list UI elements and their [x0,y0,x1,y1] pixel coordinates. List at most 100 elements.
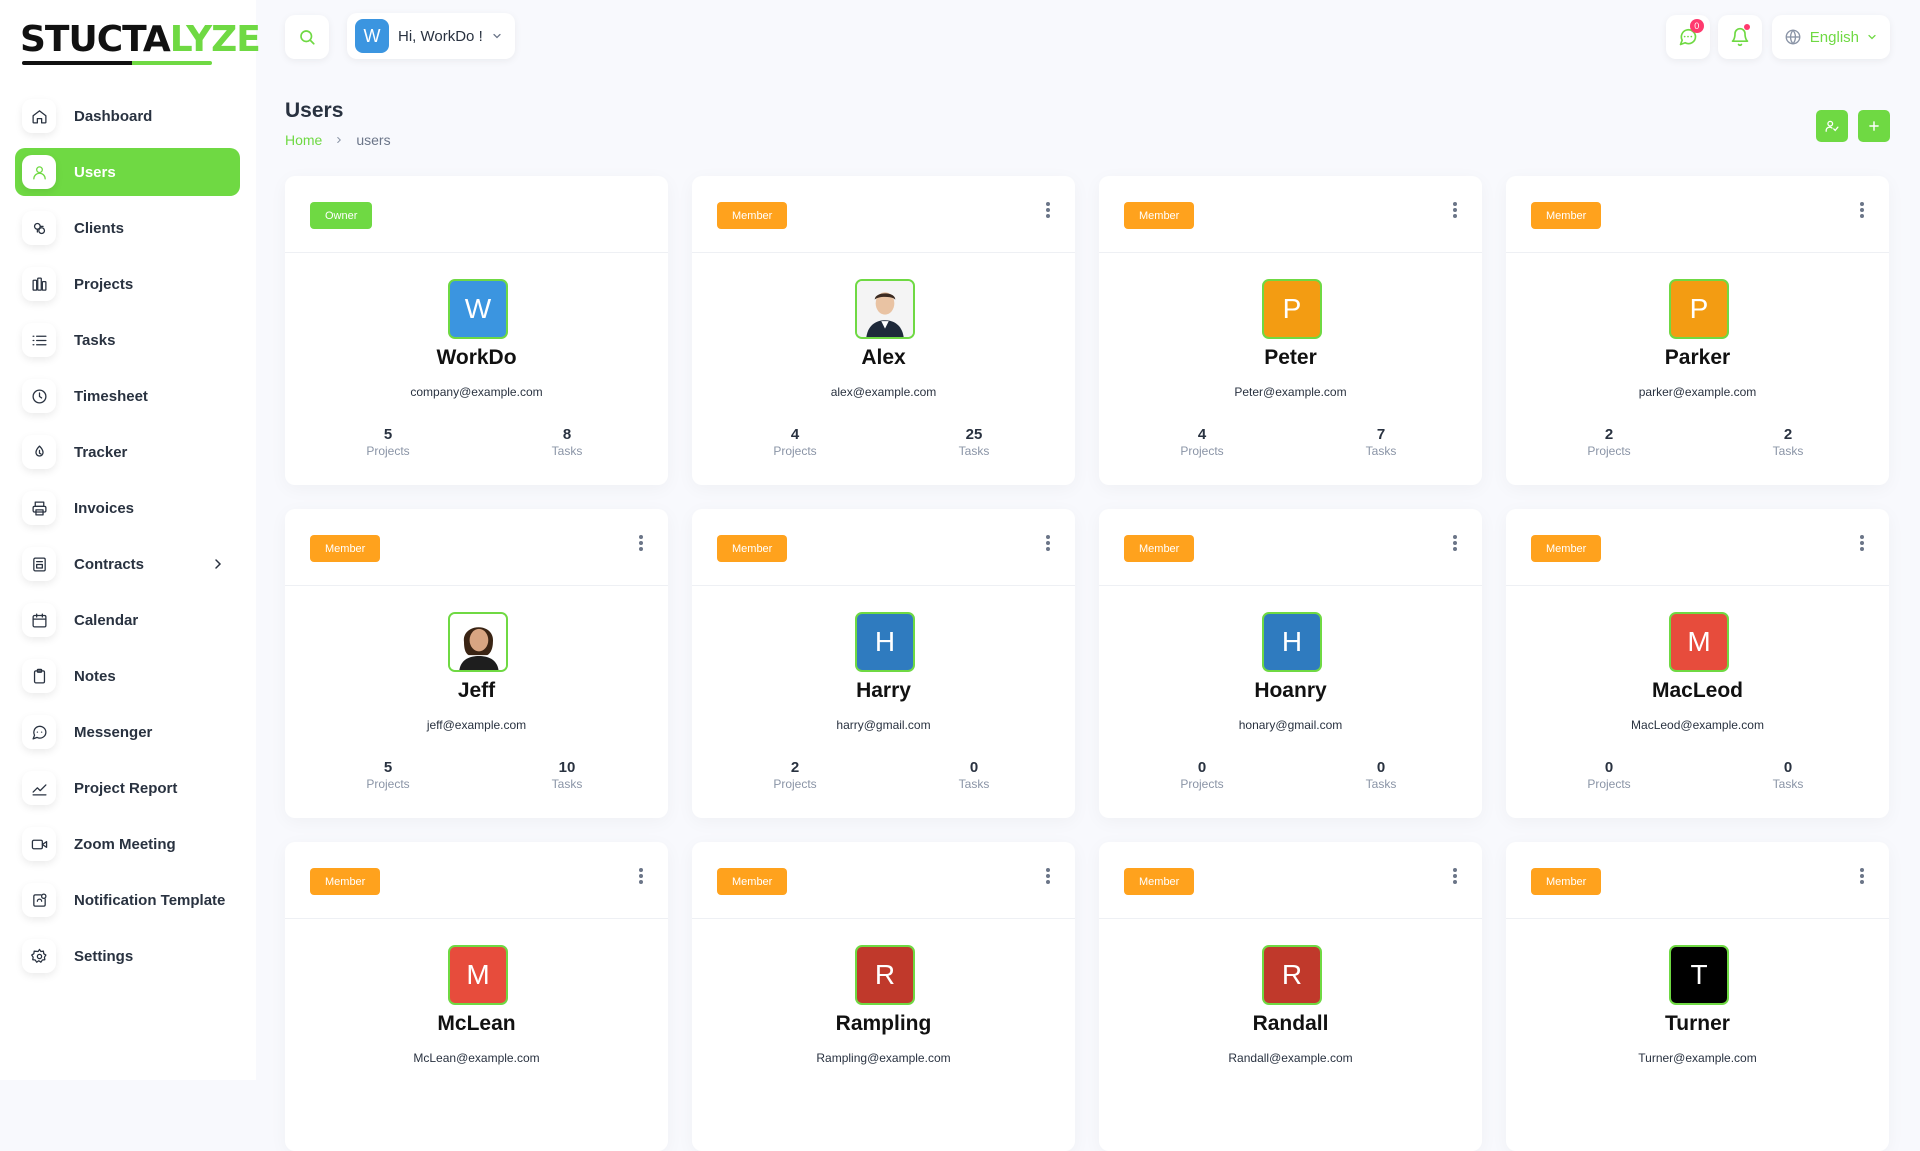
app-logo[interactable]: STUCTALYZE [20,18,261,68]
user-name: McLean [437,1012,516,1035]
user-email: company@example.com [410,385,543,399]
card-header: Member [1099,509,1482,586]
sidebar-item-clients[interactable]: Clients [15,204,240,252]
projects-count: 0 [1604,759,1614,776]
sidebar-item-messenger[interactable]: Messenger [15,708,240,756]
sidebar-item-zoom-meeting[interactable]: Zoom Meeting [15,820,240,868]
sidebar-item-tasks[interactable]: Tasks [15,316,240,364]
more-options-icon[interactable] [636,533,646,553]
user-email: parker@example.com [1638,385,1757,399]
tasks-count: 0 [1783,759,1793,776]
user-card: Member M MacLeod MacLeod@example.com 0 Projec… [1506,509,1889,818]
tasks-count: 25 [965,426,983,443]
sidebar-item-contracts[interactable]: Contracts [15,540,240,588]
add-user-button[interactable] [1858,110,1890,142]
more-options-icon[interactable] [636,866,646,886]
calendar-icon [22,603,56,637]
user-name: WorkDo [436,346,517,369]
more-options-icon[interactable] [1857,533,1867,553]
role-badge: Member [1531,868,1602,895]
sidebar-item-label: Settings [74,947,134,965]
projects-count: 0 [1197,759,1207,776]
tasks-label: Tasks [1772,444,1804,458]
user-name: Randall [1252,1012,1329,1035]
chat-icon [22,715,56,749]
messages-button[interactable]: 0 [1665,15,1710,59]
sidebar-item-dashboard[interactable]: Dashboard [15,92,240,140]
role-badge: Member [310,535,381,562]
tasks-label: Tasks [1772,777,1804,791]
more-options-icon[interactable] [1857,866,1867,886]
user-avatar: W [448,279,508,339]
card-header: Member [285,509,668,586]
topbar: W Hi, WorkDo ! 0 English [285,12,1890,59]
role-badge: Member [1124,535,1195,562]
more-options-icon[interactable] [1043,200,1053,220]
plus-icon [1869,121,1879,131]
user-card: Member R Rampling Rampling@example.com [692,842,1075,1151]
more-options-icon[interactable] [1043,866,1053,886]
sidebar-item-label: Contracts [74,555,145,573]
more-options-icon[interactable] [1450,533,1460,553]
user-name: Rampling [835,1012,932,1035]
sidebar-item-label: Notes [74,667,116,685]
tasks-label: Tasks [551,777,583,791]
clients-icon [22,211,56,245]
sidebar-item-label: Calendar [74,611,139,629]
projects-label: Projects [773,777,817,791]
more-options-icon[interactable] [1450,866,1460,886]
card-header: Member [1506,509,1889,586]
sidebar-item-label: Clients [74,219,125,237]
tracker-icon [22,435,56,469]
sidebar-item-notes[interactable]: Notes [15,652,240,700]
avatar-initial: H [874,626,896,657]
sidebar-item-projects[interactable]: Projects [15,260,240,308]
tasks-count: 8 [562,426,572,443]
notifications-button[interactable] [1717,15,1762,59]
sidebar-item-project-report[interactable]: Project Report [15,764,240,812]
role-badge: Member [717,868,788,895]
user-card: Owner W WorkDo company@example.com 5 Projects… [285,176,668,485]
sidebar-item-calendar[interactable]: Calendar [15,596,240,644]
sidebar-item-users[interactable]: Users [15,148,240,196]
page-title: Users [285,99,344,122]
projects-label: Projects [1180,444,1224,458]
role-badge: Member [717,535,788,562]
import-users-button[interactable] [1816,110,1848,142]
more-options-icon[interactable] [1857,200,1867,220]
notification-icon [22,883,56,917]
logo-underline [22,61,212,65]
avatar-initial: P [1282,293,1302,324]
search-button[interactable] [285,15,329,59]
user-card: Member T Turner Turner@example.com [1506,842,1889,1151]
sidebar-item-label: Users [74,163,116,181]
chevron-right-icon [337,136,342,144]
projects-count: 4 [1197,426,1207,443]
more-options-icon[interactable] [1043,533,1053,553]
messages-badge: 0 [1689,19,1704,33]
sidebar-item-tracker[interactable]: Tracker [15,428,240,476]
sidebar-item-timesheet[interactable]: Timesheet [15,372,240,420]
tasks-stat: 25 Tasks [914,426,1034,458]
user-email: harry@gmail.com [836,718,931,732]
more-options-icon[interactable] [1450,200,1460,220]
tasks-stat: 0 Tasks [914,759,1034,791]
user-card: Member P Peter Peter@example.com 4 Projects 7 T… [1099,176,1482,485]
sidebar-item-label: Tracker [74,443,128,461]
user-menu[interactable]: W Hi, WorkDo ! [347,13,515,59]
chevron-down-icon [493,33,501,39]
projects-stat: 0 Projects [1142,759,1262,791]
breadcrumb-home-link[interactable]: Home [285,132,322,148]
sidebar-item-invoices[interactable]: Invoices [15,484,240,532]
user-avatar: H [1262,612,1322,672]
sidebar-item-label: Invoices [74,499,135,517]
projects-label: Projects [1180,777,1224,791]
sidebar-item-notification-template[interactable]: Notification Template [15,876,240,924]
projects-count: 5 [383,759,393,776]
sidebar-item-label: Timesheet [74,387,148,405]
sidebar-item-settings[interactable]: Settings [15,932,240,980]
tasks-count: 2 [1783,426,1793,443]
language-selector[interactable]: English [1771,15,1890,59]
projects-label: Projects [366,777,410,791]
user-name: Jeff [457,679,496,702]
